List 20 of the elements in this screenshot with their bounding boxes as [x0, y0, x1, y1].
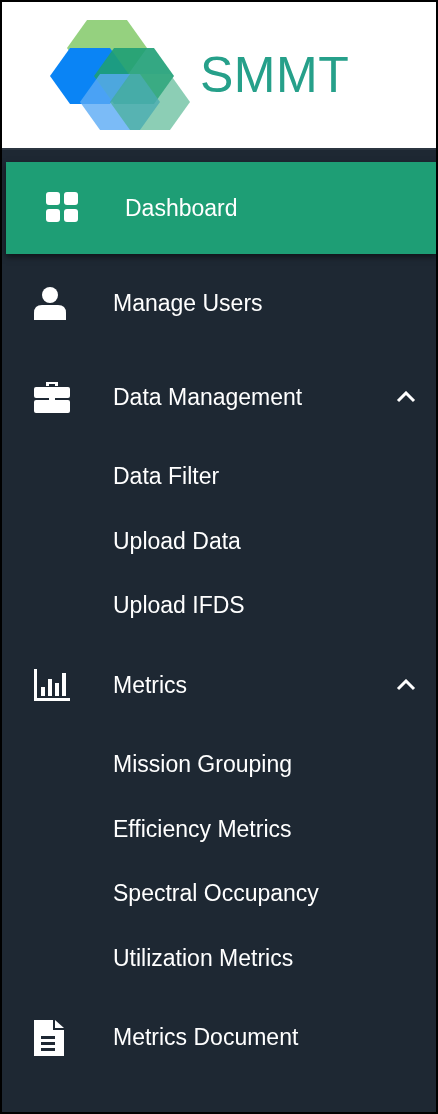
submenu-item[interactable]: Mission Grouping — [2, 732, 436, 797]
menu-item[interactable]: Manage Users — [2, 256, 436, 350]
briefcase-icon — [34, 380, 70, 414]
menu-item[interactable]: Data Management — [2, 350, 436, 444]
logo-icon — [50, 20, 190, 130]
menu-item[interactable]: Metrics Document — [2, 990, 436, 1085]
chevron-up-icon[interactable] — [396, 391, 416, 403]
chevron-up-icon[interactable] — [396, 679, 416, 692]
brand-name: SMMT — [200, 46, 350, 104]
submenu-item[interactable]: Data Filter — [2, 444, 436, 509]
submenu-item[interactable]: Upload Data — [2, 508, 436, 574]
user-icon — [34, 286, 66, 320]
document-icon — [34, 1019, 64, 1056]
submenu-item[interactable]: Utilization Metrics — [2, 926, 436, 991]
submenu-item[interactable]: Spectral Occupancy — [2, 861, 436, 927]
submenu-item[interactable]: Upload IFDS — [2, 573, 436, 639]
grid-icon — [46, 192, 78, 224]
submenu-item[interactable]: Efficiency Metrics — [2, 796, 436, 862]
menu-item[interactable]: Metrics — [2, 638, 436, 733]
bar-chart-icon — [34, 669, 70, 702]
